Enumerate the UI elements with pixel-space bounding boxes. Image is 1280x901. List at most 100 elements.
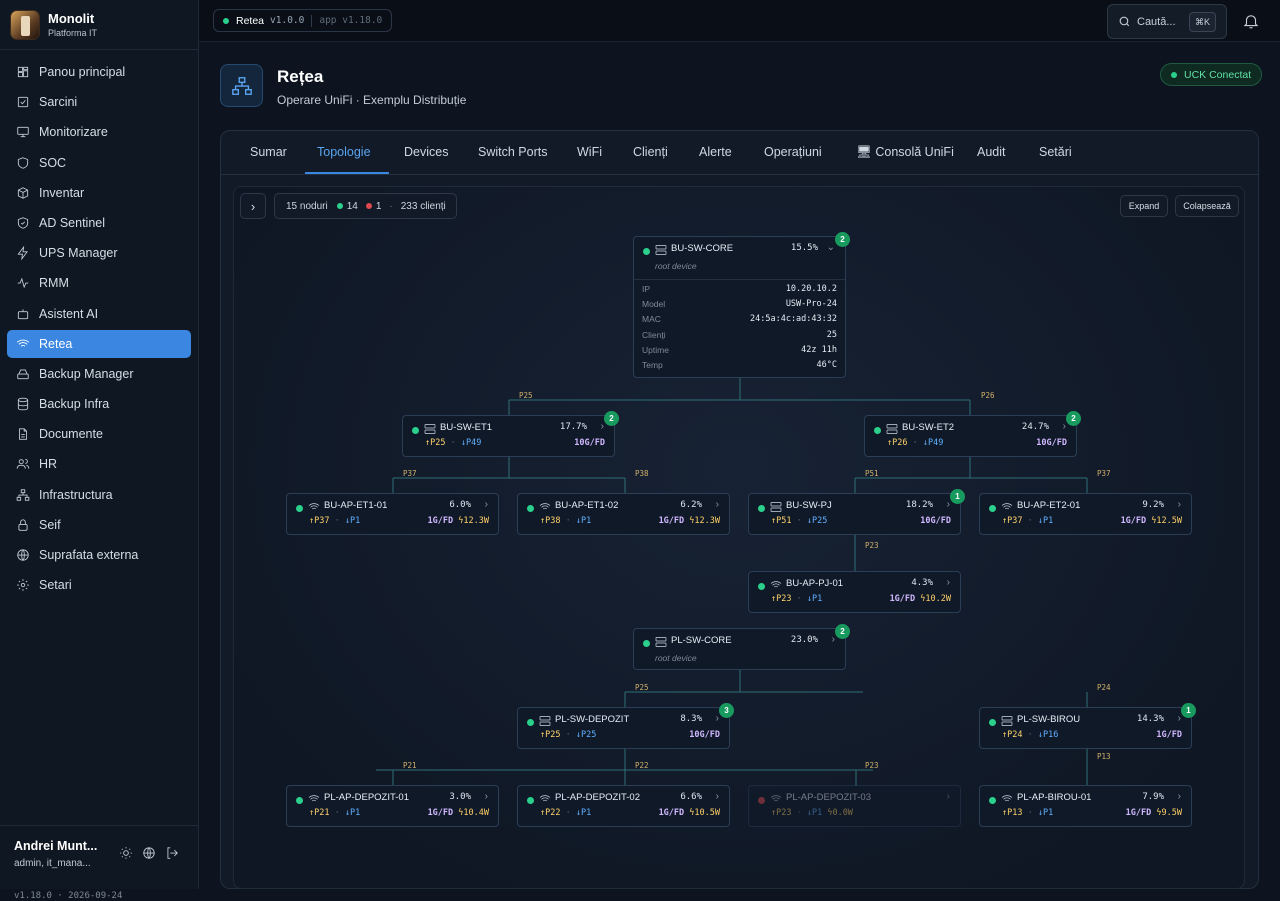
chevron-right-icon[interactable]: › xyxy=(947,499,950,510)
sidebar-item-label: Inventar xyxy=(39,185,85,200)
node-ports: ↑P26 · ↓P49 xyxy=(887,438,944,448)
node-power: 10.4W xyxy=(463,808,489,818)
chevron-right-icon[interactable]: › xyxy=(716,791,719,802)
chevron-right-icon[interactable]: › xyxy=(601,421,604,432)
link-speed-value: 1G/FD xyxy=(427,516,454,526)
module-pill[interactable]: Retea v1.0.0 app v1.18.0 xyxy=(213,9,393,32)
globe-icon[interactable] xyxy=(142,846,156,860)
sidebar-item-ups-manager[interactable]: UPS Manager xyxy=(7,239,191,267)
sidebar-item-backup-infra[interactable]: Backup Infra xyxy=(7,390,191,418)
sidebar-item-sarcini[interactable]: Sarcini xyxy=(7,88,191,116)
node-ports: ↑P21 · ↓P1 xyxy=(309,808,361,818)
detail-value: 10.20.10.2 xyxy=(785,284,837,294)
sidebar-item-asistent-ai[interactable]: Asistent AI xyxy=(7,300,191,328)
port-label: P22 xyxy=(635,761,649,770)
topology-node-pl-ap-dep-03[interactable]: PL-AP-DEPOZIT-03 › ↑P23 · ↓P1 ϟ0.0W xyxy=(748,785,961,827)
node-ports: ↑P25 · ↓P49 xyxy=(425,438,482,448)
topology-node-bu-ap-et2-01[interactable]: BU-AP-ET2-01 9.2% › ↑P37 · ↓P1 1G/FD ϟ12.5W xyxy=(979,493,1192,535)
module-version: v1.0.0 xyxy=(270,15,305,26)
chevron-right-icon[interactable]: › xyxy=(1178,791,1181,802)
sidebar-item-backup-manager[interactable]: Backup Manager xyxy=(7,360,191,388)
tab-8[interactable]: 🖥 Consolă UniFi xyxy=(856,145,954,160)
online-count: 14 xyxy=(346,200,358,212)
sidebar-item-seif[interactable]: Seif xyxy=(7,511,191,539)
topology-node-bu-ap-et1-02[interactable]: BU-AP-ET1-02 6.2% › ↑P38 · ↓P1 1G/FD ϟ12.3W xyxy=(517,493,730,535)
chevron-right-icon[interactable]: › xyxy=(1178,713,1181,724)
topology-node-pl-depozit[interactable]: PL-SW-DEPOZIT 8.3% › ↑P25 · ↓P25 10G/FD 3 xyxy=(517,703,734,749)
sidebar-item-label: SOC xyxy=(39,155,67,170)
detail-value: 46°C xyxy=(816,359,837,370)
node-ports: ↑P23 · ↓P1 ϟ0.0W xyxy=(771,808,853,818)
sun-icon[interactable] xyxy=(119,846,133,860)
topology-node-bu-ap-pj-01[interactable]: BU-AP-PJ-01 4.3% › ↑P23 · ↓P1 1G/FD ϟ10.2W xyxy=(748,571,961,613)
sidebar-item-setari[interactable]: Setari xyxy=(7,571,191,599)
user-name[interactable]: Andrei Munt... xyxy=(14,839,97,853)
sidebar-item-label: Setari xyxy=(39,578,72,593)
lock-icon xyxy=(18,519,28,531)
tab-2[interactable]: Devices xyxy=(404,145,448,159)
topology-node-bu-core[interactable]: BU-SW-CORE 15.5% ⌄ root device 2 IP 10.20.10.2… xyxy=(633,232,850,378)
downlink-port: ↓P49 xyxy=(922,438,944,448)
tab-1[interactable]: Topologie xyxy=(317,145,371,159)
topology-node-pl-birou[interactable]: PL-SW-BIROU 14.3% › ↑P24 · ↓P16 1G/FD 1 xyxy=(979,703,1196,749)
switch-icon xyxy=(886,424,898,434)
topology-node-pl-ap-dep-01[interactable]: PL-AP-DEPOZIT-01 3.0% › ↑P21 · ↓P1 1G/FD ϟ10… xyxy=(286,785,499,827)
connection-status-label: UCK Conectat xyxy=(1184,68,1252,81)
chevron-down-icon[interactable]: ⌄ xyxy=(827,242,835,253)
chevron-right-icon[interactable]: › xyxy=(947,791,950,802)
node-cpu: 7.9% xyxy=(1142,792,1164,802)
collapse-button[interactable]: Colapsează xyxy=(1175,195,1239,217)
chevron-right-icon[interactable]: › xyxy=(716,713,719,724)
sidebar-item-hr[interactable]: HR xyxy=(7,450,191,478)
node-link-speed: 10G/FD xyxy=(1036,438,1067,448)
sidebar-item-infrastructura[interactable]: Infrastructura xyxy=(7,481,191,509)
topology-node-bu-sw-pj[interactable]: BU-SW-PJ 18.2% › ↑P51 · ↓P25 10G/FD 1 xyxy=(748,489,965,535)
topology-node-pl-core[interactable]: PL-SW-CORE 23.0% › root device 2 xyxy=(633,624,850,670)
sidebar-item-soc[interactable]: SOC xyxy=(7,149,191,177)
tab-7[interactable]: Operațiuni xyxy=(764,145,822,159)
expand-button[interactable]: Expand xyxy=(1120,195,1168,217)
sidebar-item-rmm[interactable]: RMM xyxy=(7,269,191,297)
sidebar-item-ad-sentinel[interactable]: AD Sentinel xyxy=(7,209,191,237)
tab-0[interactable]: Sumar xyxy=(250,145,287,159)
sidebar-item-label: Sarcini xyxy=(39,95,78,110)
chevron-right-icon[interactable]: › xyxy=(947,577,950,588)
sidebar-item-retea[interactable]: Retea xyxy=(7,329,191,358)
topology-node-pl-ap-birou-01[interactable]: PL-AP-BIROU-01 7.9% › ↑P13 · ↓P1 1G/FD ϟ9.5W xyxy=(979,785,1192,827)
tab-10[interactable]: Setări xyxy=(1039,145,1072,159)
users-icon xyxy=(16,459,30,470)
sidebar-item-suprafata-externa[interactable]: Suprafata externa xyxy=(7,541,191,569)
switch-icon xyxy=(655,637,667,647)
tab-4[interactable]: WiFi xyxy=(577,145,602,159)
chevron-right-icon[interactable]: › xyxy=(485,791,488,802)
topology-node-pl-ap-dep-02[interactable]: PL-AP-DEPOZIT-02 6.6% › ↑P22 · ↓P1 1G/FD ϟ10… xyxy=(517,785,730,827)
sidebar-item-panou-principal[interactable]: Panou principal xyxy=(7,58,191,86)
divider xyxy=(311,14,313,27)
tab-9[interactable]: Audit xyxy=(977,145,1006,159)
search-box[interactable]: Caută... ⌘K xyxy=(1107,4,1227,39)
topology-node-bu-et2[interactable]: BU-SW-ET2 24.7% › ↑P26 · ↓P49 10G/FD 2 xyxy=(864,411,1081,457)
bell-icon[interactable] xyxy=(1242,12,1260,30)
node-ports: ↑P37 · ↓P1 xyxy=(309,516,361,526)
chevron-right-icon[interactable]: › xyxy=(1063,421,1066,432)
search-icon xyxy=(1119,16,1130,27)
sidebar-item-documente[interactable]: Documente xyxy=(7,420,191,448)
tab-3[interactable]: Switch Ports xyxy=(478,145,547,159)
node-power: 10.5W xyxy=(694,808,720,818)
chevron-right-icon[interactable]: › xyxy=(1178,499,1181,510)
chevron-right-icon[interactable]: › xyxy=(485,499,488,510)
sidebar-item-monitorizare[interactable]: Monitorizare xyxy=(7,118,191,146)
brand[interactable]: Monolit Platforma IT xyxy=(0,0,198,50)
sidebar-item-inventar[interactable]: Inventar xyxy=(7,179,191,207)
tab-6[interactable]: Alerte xyxy=(699,145,732,159)
node-name: BU-AP-ET2-01 xyxy=(1017,500,1081,511)
topology-node-bu-ap-et1-01[interactable]: BU-AP-ET1-01 6.0% › ↑P37 · ↓P1 1G/FD ϟ12.3W xyxy=(286,493,499,535)
topology-node-bu-et1[interactable]: BU-SW-ET1 17.7% › ↑P25 · ↓P49 10G/FD 2 xyxy=(402,411,619,457)
tab-5[interactable]: Clienți xyxy=(633,145,668,159)
chevron-right-icon[interactable]: › xyxy=(832,634,835,645)
status-dot xyxy=(412,427,419,434)
sidebar-toggle-button[interactable]: › xyxy=(240,193,266,219)
logout-icon[interactable] xyxy=(165,846,179,860)
chevron-right-icon[interactable]: › xyxy=(716,499,719,510)
detail-label: IP xyxy=(642,284,651,294)
